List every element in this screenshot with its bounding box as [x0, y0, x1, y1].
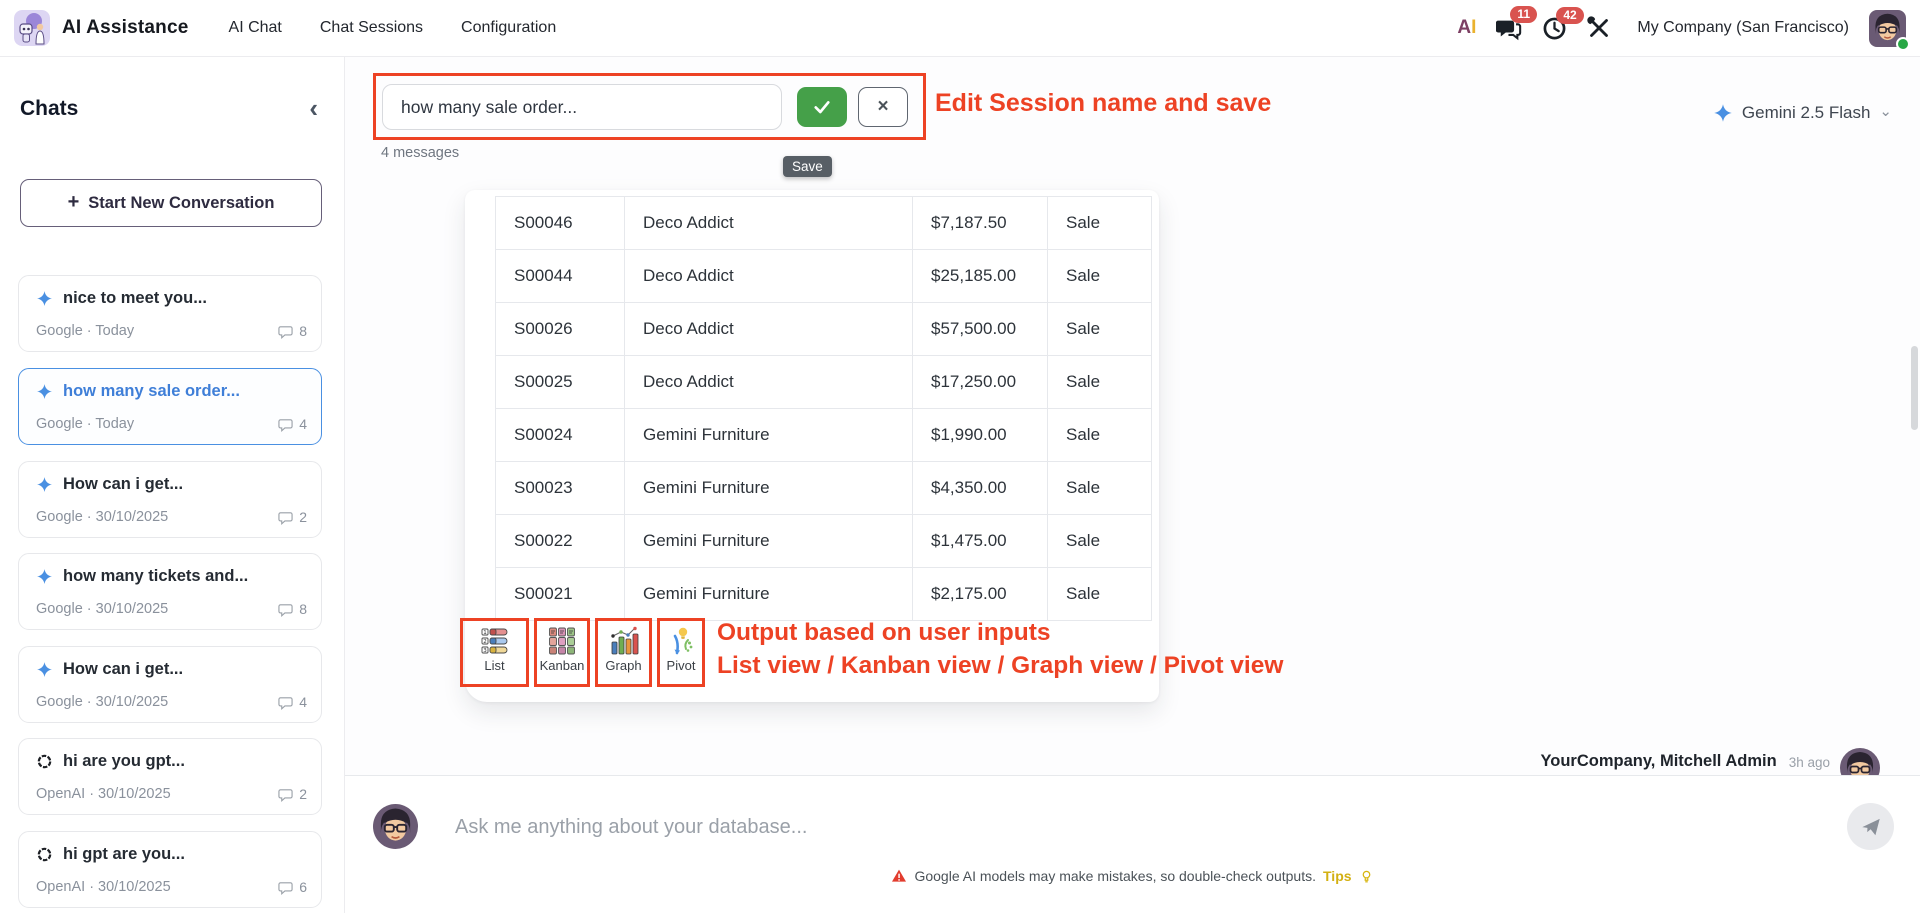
table-row[interactable]: S00024 Gemini Furniture $1,990.00 Sale [495, 408, 1152, 462]
message-count-icon [278, 602, 293, 617]
openai-icon [36, 753, 53, 770]
ai-disclaimer: Google AI models may make mistakes, so d… [345, 868, 1920, 884]
chat-list-item[interactable]: how many tickets and... Google · 30/10/2… [18, 553, 322, 630]
sparkle-icon [36, 568, 53, 585]
scrollbar-thumb[interactable] [1911, 346, 1918, 430]
main-menu: AI Chat Chat Sessions Configuration [229, 19, 557, 37]
app-title: AI Assistance [62, 17, 189, 38]
list-view-icon: 1 2 3 [481, 628, 507, 654]
lightbulb-icon [1362, 870, 1370, 882]
tools-icon[interactable] [1587, 16, 1611, 40]
message-count-icon [278, 787, 293, 802]
menu-chat-sessions[interactable]: Chat Sessions [320, 19, 423, 37]
sparkle-icon [36, 661, 53, 678]
save-tooltip: Save [783, 156, 832, 177]
chat-list-item[interactable]: hi gpt are you... OpenAI · 30/10/2025 6 [18, 831, 322, 908]
annotation-views-text: Output based on user inputs List view / … [717, 619, 1284, 679]
activities-menu[interactable]: 42 [1542, 6, 1584, 41]
graph-view-icon [610, 626, 638, 655]
app-window: AI Assistance AI Chat Chat Sessions Conf… [0, 0, 1920, 913]
sparkle-icon [1713, 103, 1733, 123]
message-count-icon [278, 695, 293, 710]
composer-avatar [373, 804, 418, 849]
table-row[interactable]: S00023 Gemini Furniture $4,350.00 Sale [495, 461, 1152, 515]
svg-text:1: 1 [483, 630, 487, 636]
table-row[interactable]: S00021 Gemini Furniture $2,175.00 Sale [495, 567, 1152, 621]
list-view-button[interactable]: 1 2 3 List [460, 618, 529, 687]
activities-badge: 42 [1556, 6, 1584, 24]
graph-view-button[interactable]: Graph [595, 618, 652, 687]
check-icon [814, 101, 830, 114]
cancel-edit-button[interactable]: × [858, 87, 908, 127]
ai-apps-icon[interactable]: AI [1457, 17, 1476, 39]
table-row[interactable]: S00026 Deco Addict $57,500.00 Sale [495, 302, 1152, 356]
chat-main-area: Gemini 2.5 Flash ⌄ × Edit Session name a… [345, 57, 1920, 913]
sparkle-icon [36, 383, 53, 400]
svg-text:2: 2 [483, 639, 487, 645]
close-icon: × [877, 96, 889, 117]
user-avatar[interactable] [1869, 10, 1910, 51]
sparkle-icon [36, 476, 53, 493]
table-row[interactable]: S00022 Gemini Furniture $1,475.00 Sale [495, 514, 1152, 568]
table-row[interactable]: S00046 Deco Addict $7,187.50 Sale [495, 196, 1152, 250]
chat-list-item-active[interactable]: how many sale order... Google · Today 4 [18, 368, 322, 445]
ai-reply-card: S00046 Deco Addict $7,187.50 Sale S00044… [460, 190, 1283, 702]
top-navbar: AI Assistance AI Chat Chat Sessions Conf… [0, 0, 1920, 57]
openai-icon [36, 846, 53, 863]
message-author: YourCompany, Mitchell Admin [1540, 752, 1777, 770]
message-timestamp: 3h ago [1788, 755, 1830, 770]
chats-sidebar: Chats ‹ + Start New Conversation nice to… [0, 57, 345, 913]
tips-link[interactable]: Tips [1323, 868, 1352, 884]
sidebar-title: Chats [20, 97, 79, 120]
message-count-icon [278, 880, 293, 895]
composer-bar: Google AI models may make mistakes, so d… [345, 775, 1920, 913]
pivot-view-icon [673, 627, 693, 655]
chat-list-item[interactable]: hi are you gpt... OpenAI · 30/10/2025 2 [18, 738, 322, 815]
table-row[interactable]: S00025 Deco Addict $17,250.00 Sale [495, 355, 1152, 409]
pivot-view-button[interactable]: Pivot [657, 618, 705, 687]
company-switcher[interactable]: My Company (San Francisco) [1637, 19, 1849, 37]
collapse-sidebar-icon[interactable]: ‹ [309, 95, 318, 121]
send-plane-icon [1861, 818, 1880, 835]
table-row[interactable]: S00044 Deco Addict $25,185.00 Sale [495, 249, 1152, 303]
message-count-icon [278, 324, 293, 339]
send-button[interactable] [1847, 803, 1894, 850]
sale-orders-table: S00046 Deco Addict $7,187.50 Sale S00044… [495, 196, 1152, 621]
kanban-view-icon [549, 627, 575, 655]
messages-count-label: 4 messages [381, 145, 460, 161]
chat-list-item[interactable]: How can i get... Google · 30/10/2025 2 [18, 461, 322, 538]
message-count-icon [278, 510, 293, 525]
annotation-edit-session-text: Edit Session name and save [935, 89, 1272, 117]
sparkle-icon [36, 290, 53, 307]
messages-badge: 11 [1510, 6, 1538, 23]
start-new-conversation-button[interactable]: + Start New Conversation [20, 179, 322, 227]
session-name-input[interactable] [382, 84, 782, 130]
online-status-dot [1896, 36, 1910, 51]
chat-list-item[interactable]: nice to meet you... Google · Today 8 [18, 275, 322, 352]
warning-icon [892, 869, 907, 882]
plus-icon: + [67, 190, 80, 213]
model-selector[interactable]: Gemini 2.5 Flash ⌄ [1713, 103, 1892, 123]
message-input[interactable] [455, 806, 1755, 848]
menu-ai-chat[interactable]: AI Chat [229, 19, 282, 37]
svg-text:3: 3 [483, 648, 487, 654]
confirm-save-button[interactable] [797, 87, 847, 127]
message-count-icon [278, 417, 293, 432]
view-switcher: 1 2 3 List Kanban Graph Pivot [460, 618, 705, 687]
chat-list-item[interactable]: How can i get... Google · 30/10/2025 4 [18, 646, 322, 723]
kanban-view-button[interactable]: Kanban [534, 618, 590, 687]
messages-menu[interactable]: 11 [1496, 6, 1538, 41]
chevron-down-icon: ⌄ [1879, 103, 1892, 120]
app-logo-icon[interactable] [14, 10, 50, 46]
menu-configuration[interactable]: Configuration [461, 19, 556, 37]
